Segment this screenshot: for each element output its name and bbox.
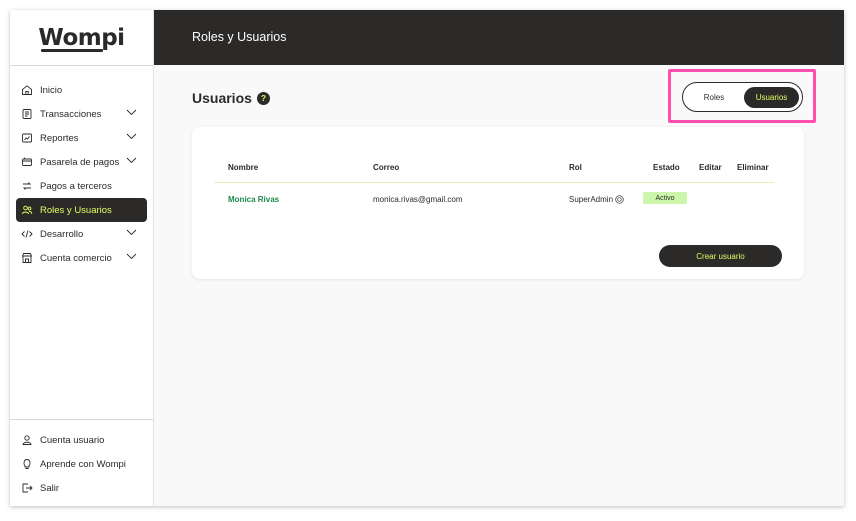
table-cell-rol: SuperAdmin — [569, 195, 624, 204]
sidebar-bottom: Cuenta usuario Aprende con Wompi Salir — [10, 419, 154, 506]
sidebar-item-label: Salir — [40, 482, 60, 494]
third-party-payments-icon — [21, 180, 33, 192]
home-icon — [21, 84, 33, 96]
table-header-divider — [214, 182, 774, 183]
chevron-down-icon[interactable] — [126, 132, 137, 143]
sidebar-item-inicio[interactable]: Inicio — [16, 78, 147, 102]
help-icon[interactable]: ? — [256, 91, 270, 105]
role-label: SuperAdmin — [569, 195, 614, 204]
page-title-text: Usuarios — [192, 90, 252, 106]
column-header-correo: Correo — [373, 163, 400, 172]
sidebar-nav: Inicio Transacciones Reportes Pasarela d… — [10, 66, 153, 270]
sidebar-item-label: Pasarela de pagos — [40, 156, 120, 168]
sidebar-item-label: Desarrollo — [40, 228, 84, 240]
info-icon[interactable] — [615, 195, 624, 204]
sidebar-item-reportes[interactable]: Reportes — [16, 126, 147, 150]
sidebar-divider — [10, 419, 154, 420]
column-header-editar: Editar — [699, 163, 722, 172]
toggle-usuarios[interactable]: Usuarios — [744, 87, 799, 108]
sidebar-item-roles-usuarios[interactable]: Roles y Usuarios — [16, 198, 147, 222]
sidebar-item-label: Pagos a terceros — [40, 180, 112, 192]
sidebar-item-cuenta-comercio[interactable]: Cuenta comercio — [16, 246, 147, 270]
transactions-icon — [21, 108, 33, 120]
users-icon — [21, 204, 33, 216]
users-table-card: Nombre Correo Rol Estado Editar Eliminar… — [192, 127, 804, 279]
roles-users-toggle[interactable]: Roles Usuarios — [682, 82, 803, 112]
sidebar-item-desarrollo[interactable]: Desarrollo — [16, 222, 147, 246]
reports-icon — [21, 132, 33, 144]
sidebar-item-label: Roles y Usuarios — [40, 204, 112, 216]
column-header-nombre: Nombre — [228, 163, 259, 172]
wompi-logo[interactable]: Wompi — [38, 25, 125, 52]
logout-icon — [21, 482, 33, 494]
sidebar-item-transacciones[interactable]: Transacciones — [16, 102, 147, 126]
chevron-down-icon[interactable] — [126, 228, 137, 239]
code-icon — [21, 228, 33, 240]
table-cell-correo: monica.rivas@gmail.com — [373, 195, 463, 204]
column-header-estado: Estado — [653, 163, 680, 172]
sidebar-item-pagos-terceros[interactable]: Pagos a terceros — [16, 174, 147, 198]
column-header-rol: Rol — [569, 163, 582, 172]
lightbulb-icon — [21, 458, 33, 470]
sidebar-item-salir[interactable]: Salir — [16, 476, 148, 500]
column-header-eliminar: Eliminar — [737, 163, 769, 172]
sidebar-item-label: Inicio — [40, 84, 63, 96]
payment-gateway-icon — [21, 156, 33, 168]
chevron-down-icon[interactable] — [126, 108, 137, 119]
table-cell-nombre[interactable]: Monica Rivas — [228, 195, 279, 204]
sidebar-item-label: Reportes — [40, 132, 79, 144]
header-bar: Roles y Usuarios — [154, 10, 844, 65]
sidebar-item-cuenta-usuario[interactable]: Cuenta usuario — [16, 428, 148, 452]
status-badge: Activo — [643, 192, 687, 204]
create-user-button[interactable]: Crear usuario — [659, 245, 782, 267]
sidebar-item-label: Cuenta usuario — [40, 434, 105, 446]
logo-area: Wompi — [10, 10, 153, 65]
toggle-roles[interactable]: Roles — [689, 87, 739, 108]
store-icon — [21, 252, 33, 264]
app-window: Wompi Inicio Transacciones Reportes Pasa… — [10, 10, 844, 506]
page-header-title: Roles y Usuarios — [192, 30, 287, 44]
sidebar-item-aprende[interactable]: Aprende con Wompi — [16, 452, 148, 476]
sidebar: Wompi Inicio Transacciones Reportes Pasa… — [10, 10, 154, 506]
sidebar-item-label: Transacciones — [40, 108, 102, 120]
chevron-down-icon[interactable] — [126, 252, 137, 263]
chevron-down-icon[interactable] — [126, 156, 137, 167]
sidebar-item-pasarela[interactable]: Pasarela de pagos — [16, 150, 147, 174]
page-title: Usuarios ? — [192, 90, 270, 106]
user-icon — [21, 434, 33, 446]
sidebar-item-label: Aprende con Wompi — [40, 458, 126, 470]
sidebar-item-label: Cuenta comercio — [40, 252, 112, 264]
